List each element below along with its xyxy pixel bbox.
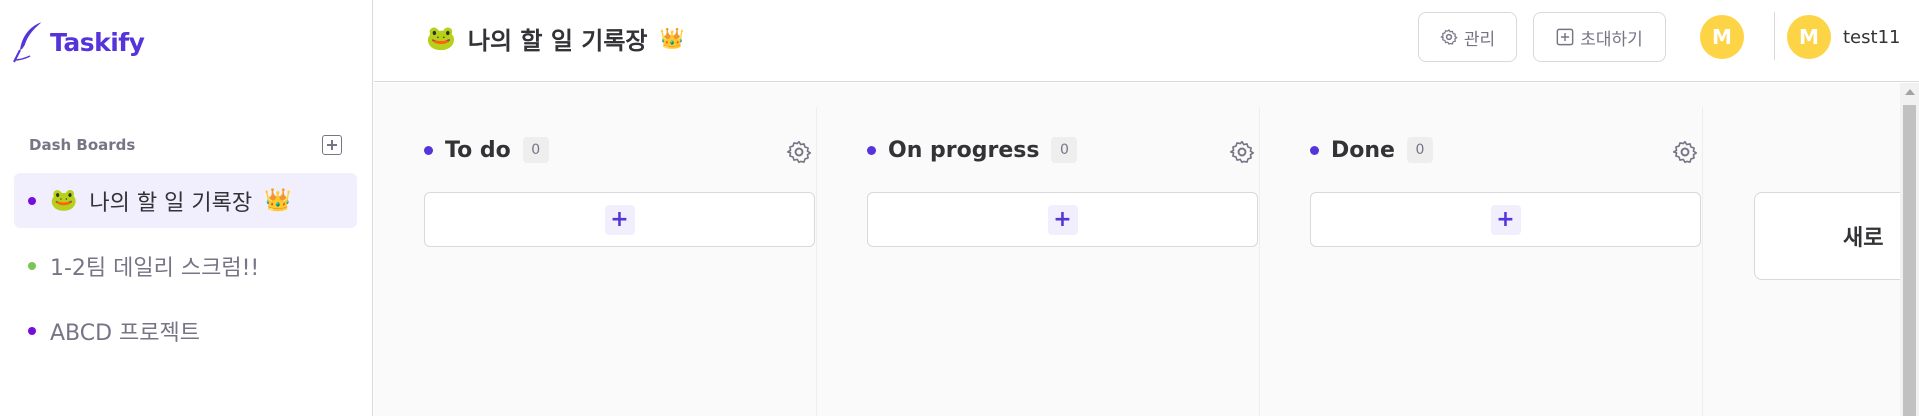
column-header: Done 0 xyxy=(1310,137,1433,163)
card-count-badge: 0 xyxy=(522,137,549,163)
plus-icon: + xyxy=(1047,204,1078,235)
crown-icon: 👑 xyxy=(659,26,685,50)
sidebar-item-label: 나의 할 일 기록장 xyxy=(89,190,253,216)
card-count-badge: 0 xyxy=(1406,137,1433,163)
add-column-label: 새로 xyxy=(1843,226,1884,251)
dashboards-header: Dash Boards xyxy=(29,135,342,155)
card-count-badge: 0 xyxy=(1051,137,1078,163)
color-dot xyxy=(28,196,36,205)
column-header: To do 0 xyxy=(424,137,549,163)
column-settings-gear-icon[interactable] xyxy=(1229,139,1255,165)
sidebar-item-label: 1-2팀 데일리 스크럼!! xyxy=(50,255,260,281)
page-title-wrap: 🐸 나의 할 일 기록장 👑 xyxy=(426,18,684,58)
column-title: On progress xyxy=(888,137,1040,163)
column-dot xyxy=(424,145,433,155)
manage-button[interactable]: 관리 xyxy=(1418,12,1517,62)
column-on-progress: On progress 0 + xyxy=(817,107,1260,416)
invite-label: 초대하기 xyxy=(1580,29,1643,49)
column-settings-gear-icon[interactable] xyxy=(1672,139,1698,165)
column-done: Done 0 + xyxy=(1260,107,1703,416)
column-dot xyxy=(867,145,876,155)
color-dot xyxy=(28,326,36,335)
column-title: Done xyxy=(1331,137,1395,163)
add-dashboard-icon[interactable] xyxy=(322,135,342,155)
scroll-thumb[interactable] xyxy=(1903,105,1916,416)
column-title: To do xyxy=(445,137,511,163)
vertical-scrollbar[interactable] xyxy=(1900,83,1919,416)
frog-emoji-icon: 🐸 xyxy=(50,188,78,213)
page-title: 나의 할 일 기록장 xyxy=(467,26,648,55)
manage-label: 관리 xyxy=(1463,29,1496,49)
gear-icon xyxy=(1440,29,1458,45)
column-settings-gear-icon[interactable] xyxy=(786,139,812,165)
add-card-button[interactable]: + xyxy=(867,192,1258,247)
header-divider xyxy=(1774,12,1775,60)
dashboard-list: 🐸 나의 할 일 기록장 👑 1-2팀 데일리 스크럼!! ABCD 프로젝트 xyxy=(14,173,357,368)
top-header: 🐸 나의 할 일 기록장 👑 관리 초대하기 M M test11 xyxy=(374,0,1919,82)
dashboards-title: Dash Boards xyxy=(29,136,136,154)
user-avatar[interactable]: M xyxy=(1787,15,1831,59)
crown-icon: 👑 xyxy=(264,188,292,213)
add-column-button[interactable]: 새로 xyxy=(1754,192,1900,280)
scroll-up-icon[interactable] xyxy=(1905,89,1915,95)
member-avatar[interactable]: M xyxy=(1700,15,1744,59)
board-area: To do 0 + On progress 0 + Done 0 + 새로 xyxy=(374,83,1900,416)
column-todo: To do 0 + xyxy=(374,107,817,416)
feather-logo-icon xyxy=(13,21,43,63)
plus-square-icon xyxy=(1556,28,1574,46)
frog-emoji-icon: 🐸 xyxy=(426,24,456,52)
sidebar-item-daily-scrum[interactable]: 1-2팀 데일리 스크럼!! xyxy=(14,238,357,293)
color-dot xyxy=(28,261,36,270)
invite-button[interactable]: 초대하기 xyxy=(1533,12,1666,62)
sidebar: Taskify Dash Boards 🐸 나의 할 일 기록장 👑 1-2팀 … xyxy=(0,0,373,416)
logo-text: Taskify xyxy=(50,27,145,57)
column-dot xyxy=(1310,145,1319,155)
username[interactable]: test11 xyxy=(1843,27,1900,48)
sidebar-item-label: ABCD 프로젝트 xyxy=(50,320,201,346)
add-card-button[interactable]: + xyxy=(1310,192,1701,247)
sidebar-item-my-todo[interactable]: 🐸 나의 할 일 기록장 👑 xyxy=(14,173,357,228)
column-header: On progress 0 xyxy=(867,137,1078,163)
plus-icon: + xyxy=(1490,204,1521,235)
logo[interactable]: Taskify xyxy=(12,20,145,64)
add-card-button[interactable]: + xyxy=(424,192,815,247)
plus-icon: + xyxy=(604,204,635,235)
sidebar-item-abcd-project[interactable]: ABCD 프로젝트 xyxy=(14,303,357,358)
